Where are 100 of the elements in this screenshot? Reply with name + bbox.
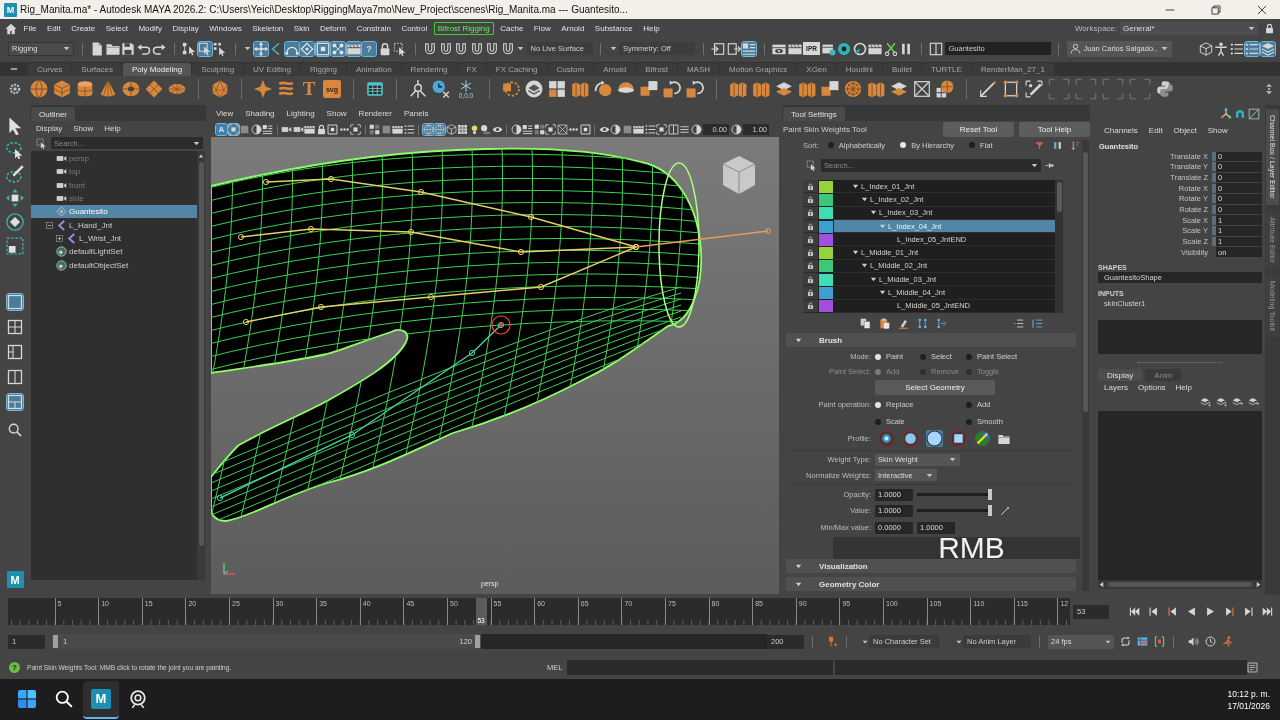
cylinder-icon[interactable] <box>76 80 94 98</box>
panel-tab[interactable]: Tool Settings <box>783 107 845 121</box>
interlocked-shapes-icon[interactable] <box>1156 80 1174 98</box>
tiles-icon[interactable] <box>821 80 839 98</box>
expand-arrow-icon[interactable] <box>870 209 877 217</box>
scroll-arrows-icon[interactable] <box>1263 83 1275 95</box>
scrollbar[interactable] <box>197 151 205 580</box>
padlock-icon[interactable] <box>806 274 815 284</box>
box-select-icon[interactable] <box>197 41 212 56</box>
stack-icon[interactable] <box>262 124 273 135</box>
list-bar-icon[interactable] <box>1032 317 1043 329</box>
skip-start-icon[interactable] <box>1129 606 1140 617</box>
shelf-tab[interactable]: TURTLE <box>921 62 971 76</box>
caret-icon[interactable] <box>516 44 525 53</box>
magnet-icon[interactable] <box>500 41 515 56</box>
two-pane-icon[interactable] <box>7 369 23 385</box>
play-back-icon[interactable] <box>1186 606 1197 617</box>
clock-face-icon[interactable] <box>1205 636 1216 647</box>
expand-arrow-icon[interactable] <box>861 262 868 270</box>
clock-date[interactable]: 17/01/2026 <box>1227 699 1270 712</box>
dashed-circle-icon[interactable] <box>502 80 520 98</box>
radio-dot-icon[interactable] <box>900 142 907 148</box>
square-in-circle-icon[interactable] <box>950 430 967 447</box>
radio-dot-icon[interactable] <box>875 418 881 425</box>
half-disc-icon[interactable] <box>730 124 742 135</box>
caret-icon[interactable] <box>1247 24 1256 33</box>
menu-item[interactable]: Show <box>73 123 94 133</box>
menu-item[interactable]: Show <box>1207 125 1228 135</box>
lines-icon[interactable] <box>679 124 690 135</box>
solid-circle-icon[interactable] <box>926 430 943 447</box>
menu-item[interactable]: Panels <box>403 109 429 118</box>
shelf-tab[interactable]: Animation <box>347 62 401 76</box>
blocks-icon[interactable] <box>752 80 770 98</box>
move-box-icon[interactable] <box>6 189 24 207</box>
scissors-icon[interactable] <box>883 41 898 56</box>
section-header[interactable]: Geometry Color <box>786 577 1076 591</box>
split-circle-icon[interactable] <box>974 430 991 447</box>
magnet-icon[interactable] <box>469 41 484 56</box>
play-icon[interactable] <box>1205 606 1216 617</box>
list-icon[interactable] <box>644 124 656 135</box>
copy-icon[interactable] <box>860 317 871 329</box>
move-icon[interactable] <box>253 41 268 56</box>
columns-icon[interactable] <box>1053 140 1062 150</box>
caret-icon[interactable] <box>948 455 957 464</box>
snowflake-icon[interactable] <box>460 79 472 92</box>
shelf-tab[interactable]: Curves <box>28 62 72 76</box>
sphere-icon[interactable] <box>30 80 48 98</box>
frame-icon[interactable] <box>545 124 556 135</box>
menu-item[interactable]: Renderer <box>358 109 392 118</box>
sparkle-icon[interactable] <box>254 80 272 98</box>
pen-icon[interactable] <box>1000 505 1010 516</box>
menu-item[interactable]: Cache <box>496 22 528 35</box>
ball-shadow-icon[interactable] <box>480 124 491 135</box>
ring-stand-icon[interactable] <box>129 689 147 708</box>
view-cube-icon[interactable] <box>721 154 757 196</box>
menu-item[interactable]: Help <box>639 22 664 35</box>
cluster-icon[interactable] <box>331 41 345 56</box>
stack-icon[interactable] <box>742 41 756 56</box>
caret-icon[interactable] <box>608 44 618 53</box>
wheel-icon[interactable] <box>844 80 862 98</box>
stacked-planes-icon[interactable] <box>890 80 908 98</box>
step-back-icon[interactable] <box>1148 606 1159 617</box>
dot-frame-icon[interactable] <box>1002 80 1020 98</box>
single-pane-icon[interactable] <box>7 294 23 310</box>
horseshoe-magnet-icon[interactable] <box>1234 108 1246 120</box>
skip-end-icon[interactable] <box>1262 606 1273 617</box>
film-icon[interactable] <box>346 41 361 56</box>
menu-item[interactable]: Constrain <box>352 22 395 35</box>
three-pane-icon[interactable] <box>7 394 23 410</box>
dashed-select-icon[interactable] <box>806 159 817 171</box>
gradient-circle-icon[interactable] <box>878 430 895 447</box>
shelf-tab[interactable]: FX <box>457 62 486 76</box>
expand-arrow-icon[interactable] <box>861 195 868 203</box>
scroll-up-arrow-icon[interactable] <box>198 153 204 159</box>
caret-icon[interactable] <box>1160 44 1170 53</box>
menu-item[interactable]: Layers <box>1104 383 1128 393</box>
grid-square-icon[interactable] <box>327 124 338 135</box>
checker-icon[interactable] <box>369 124 380 135</box>
four-squares-icon[interactable] <box>18 689 36 708</box>
lined-box-icon[interactable] <box>1247 661 1258 673</box>
list-minus-icon[interactable] <box>1013 317 1024 329</box>
frame-icon[interactable] <box>350 124 361 135</box>
tripod-icon[interactable] <box>409 80 427 98</box>
half-disc-icon[interactable] <box>690 124 702 135</box>
panel-tab[interactable]: Outliner <box>31 107 75 121</box>
scrollbar[interactable] <box>1098 580 1262 589</box>
folder-icon[interactable] <box>105 41 120 56</box>
list-icon[interactable] <box>1245 41 1259 56</box>
scroll-left-arrow-icon[interactable] <box>1098 581 1105 588</box>
caret-icon[interactable] <box>62 44 71 53</box>
scale-box-icon[interactable] <box>6 237 24 255</box>
figure-icon[interactable] <box>1214 41 1228 56</box>
page-icon[interactable] <box>90 41 104 56</box>
menu-item[interactable]: Channels <box>1104 125 1138 135</box>
section-header[interactable]: Brush <box>786 333 1076 347</box>
grid-square-icon[interactable] <box>579 124 591 135</box>
caret-icon[interactable] <box>243 44 252 53</box>
person-icon[interactable] <box>1069 43 1081 54</box>
pen-frame-icon[interactable] <box>1025 80 1043 98</box>
expand-box-icon[interactable] <box>55 233 64 243</box>
